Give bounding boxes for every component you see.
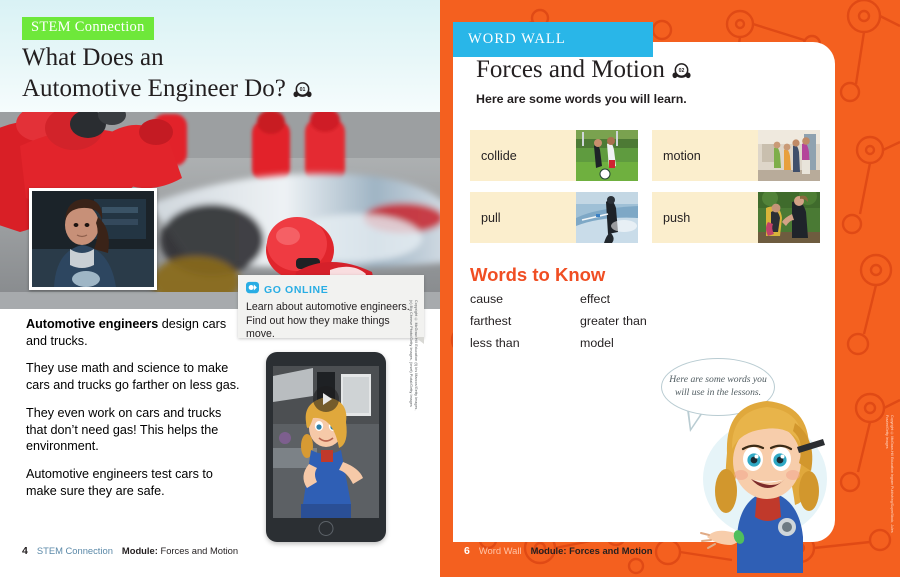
word-wall-subtitle: Here are some words you will learn. [476, 92, 687, 106]
words-to-know-item: greater than [580, 314, 647, 328]
word-card-image-collide [576, 130, 638, 181]
stem-connection-badge: STEM Connection [22, 17, 154, 40]
word-card-label: motion [663, 148, 701, 163]
word-card-label: pull [481, 210, 501, 225]
go-online-icon [246, 281, 259, 299]
paragraph-2: They use math and science to make cars a… [26, 361, 240, 393]
svg-text:01: 01 [299, 87, 305, 93]
headphones-icon[interactable]: 01 [293, 77, 312, 108]
word-wall-title-row: Forces and Motion 02 [476, 56, 691, 88]
footer-module-label: Module: [530, 545, 567, 556]
page-title-line-2-wrap: Automotive Engineer Do? 01 [22, 73, 422, 108]
words-to-know-item: effect [580, 292, 611, 306]
word-card-label: push [663, 210, 691, 225]
paragraph-1-bold: Automotive engineers [26, 317, 159, 331]
go-online-body: Learn about automotive engineers. Find o… [246, 301, 410, 341]
word-card[interactable]: push [652, 192, 820, 243]
words-to-know-item: model [580, 336, 614, 350]
go-online-label: GO ONLINE [264, 284, 329, 296]
photo-credit-left: Copyright © McGraw-Hill Education (t) Ir… [408, 300, 418, 411]
stem-connection-badge-label: STEM Connection [31, 19, 145, 35]
word-card-image-motion [758, 130, 820, 181]
svg-text:02: 02 [678, 68, 684, 74]
words-to-know-item: less than [470, 336, 520, 350]
tablet-home-button[interactable] [318, 521, 334, 536]
words-to-know-item: farthest [470, 314, 512, 328]
play-icon[interactable] [313, 386, 339, 412]
word-wall-tab: WORD WALL [453, 22, 653, 57]
left-page: STEM Connection What Does an Automotive … [0, 0, 440, 577]
word-wall-tab-label: WORD WALL [468, 31, 566, 47]
girl-engineer-mascot [699, 387, 835, 573]
page-title-line-1: What Does an [22, 44, 164, 71]
footer-module-name: Forces and Motion [160, 545, 239, 556]
photo-credit-right: Copyright © McGraw-Hill Education Ingram… [884, 415, 894, 533]
right-page-footer: 6 Word Wall Module: Forces and Motion [464, 545, 652, 557]
word-card[interactable]: motion [652, 130, 820, 181]
page-title: What Does an Automotive Engineer Do? 01 [22, 42, 422, 108]
footer-section: STEM Connection [36, 545, 113, 556]
footer-section: Word Wall [478, 545, 522, 556]
go-online-callout[interactable]: GO ONLINE Learn about automotive enginee… [238, 275, 424, 344]
word-card-label: collide [481, 148, 517, 163]
go-online-header: GO ONLINE [238, 275, 424, 299]
footer-module: Module: Forces and Motion [122, 545, 238, 556]
page-number: 6 [464, 545, 470, 557]
paragraph-1: Automotive engineers design cars and tru… [26, 316, 240, 349]
footer-module-label: Module: [121, 545, 158, 556]
paragraph-4: Automotive engineers test cars to make s… [26, 467, 213, 498]
left-page-body-copy: Automotive engineers design cars and tru… [26, 316, 240, 511]
word-card-grid: collide motion pull push [470, 130, 820, 243]
paragraph-3: They even work on cars and trucks that d… [26, 405, 222, 454]
words-to-know-heading: Words to Know [470, 264, 606, 285]
word-wall-title: Forces and Motion [476, 56, 665, 83]
textbook-spread: STEM Connection What Does an Automotive … [0, 0, 900, 577]
footer-module: Module: Forces and Motion [531, 545, 653, 556]
footer-module-name: Forces and Motion [569, 545, 653, 556]
tablet-device[interactable] [266, 352, 386, 542]
page-title-line-2: Automotive Engineer Do? [22, 75, 286, 102]
headphones-icon[interactable]: 02 [672, 60, 691, 88]
word-card-image-pull [576, 192, 638, 243]
right-page: WORD WALL Forces and Motion 02 Here are … [440, 0, 900, 577]
word-card[interactable]: pull [470, 192, 638, 243]
engineer-inset-photo [29, 188, 157, 290]
word-wall-card: Forces and Motion 02 Here are some words… [453, 42, 835, 573]
page-number: 4 [22, 545, 28, 557]
word-card[interactable]: collide [470, 130, 638, 181]
words-to-know-list: cause effect farthest greater than less … [470, 292, 720, 350]
word-card-image-push [758, 192, 820, 243]
left-page-footer: 4 STEM Connection Module: Forces and Mot… [22, 545, 238, 557]
words-to-know-item: cause [470, 292, 504, 306]
